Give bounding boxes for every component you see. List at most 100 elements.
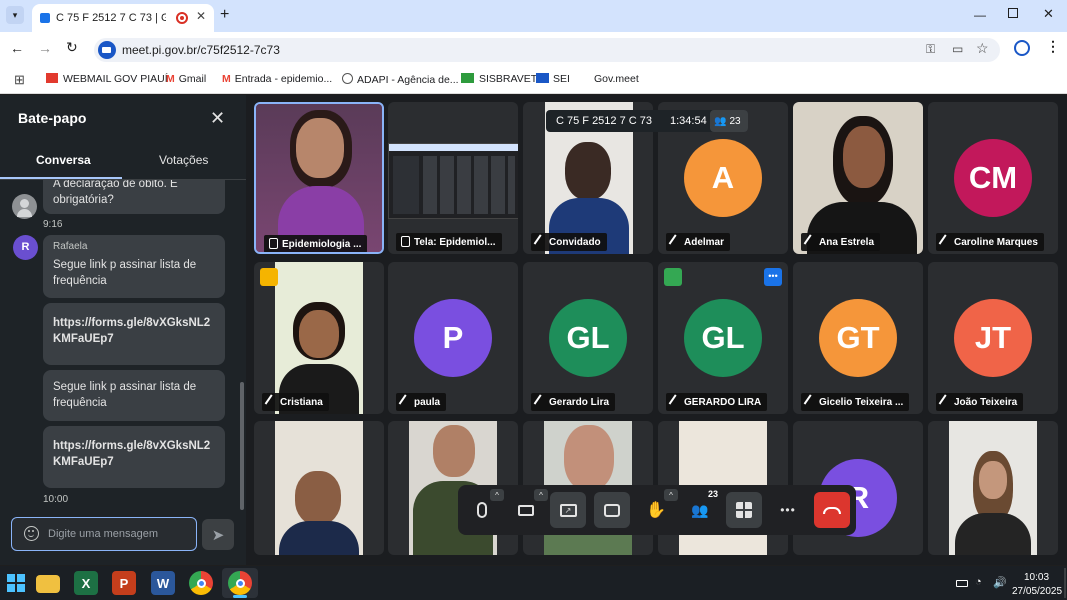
install-app-icon[interactable]: ▭ [952,42,963,56]
bookmark-gmail[interactable]: M Gmail [166,73,206,85]
close-tab-icon[interactable]: ✕ [196,9,206,23]
more-options-button[interactable]: ••• [770,492,806,528]
back-button[interactable]: ← [10,40,24,56]
tab-conversa[interactable]: Conversa [36,153,91,167]
participant-tile-ana-estrela[interactable]: Ana Estrela [793,102,923,254]
participant-tile-gerardo-lira-2[interactable]: GL ••• GERARDO LIRA [658,262,788,414]
participant-tile[interactable] [928,421,1058,555]
mic-off-icon [398,394,413,409]
participant-video [949,421,1037,555]
participant-tile-caroline-marques[interactable]: CM Caroline Marques [928,102,1058,254]
close-window-button[interactable]: ✕ [1043,6,1054,22]
reactions-caret[interactable]: ^ [664,489,678,501]
mic-off-icon [803,394,818,409]
more-options-icon[interactable]: ••• [764,268,782,286]
participant-tile-joao-teixeira[interactable]: JT João Teixeira [928,262,1058,414]
bookmark-govmeet[interactable]: Gov.meet [594,73,639,85]
new-tab-button[interactable]: + [220,6,229,24]
chat-link[interactable]: https://forms.gle/8vXGksNL2KMFaUEp7 [43,426,225,488]
bookmark-sei[interactable]: SEI [536,73,570,85]
audio-level-icon [664,268,682,286]
webmail-icon [46,73,58,83]
participant-avatar: GL [684,299,762,377]
bookmark-sisbravet[interactable]: SISBRAVET [461,73,537,85]
mic-off-icon [803,234,818,249]
bookmark-star-icon[interactable]: ☆ [976,40,989,57]
anonymous-avatar-icon [12,194,37,219]
timestamp: 9:16 [43,219,63,230]
wifi-icon[interactable]: ◔ [975,576,982,588]
timestamp: 10:00 [43,494,69,505]
windows-start-icon[interactable] [4,571,28,595]
chrome-profile-icon[interactable] [228,571,252,595]
battery-icon[interactable] [956,580,968,587]
chat-scrollbar[interactable] [240,382,244,510]
chrome-icon[interactable] [189,571,213,595]
bookmark-entrada[interactable]: M Entrada - epidemio... [222,73,332,85]
meet-favicon-icon [40,13,50,23]
participant-name: Cristiana [262,393,329,411]
browser-menu-icon[interactable]: ⋮ [1046,38,1060,55]
reload-button[interactable]: ↻ [66,39,78,56]
close-chat-icon[interactable]: ✕ [210,108,225,129]
sender-avatar: R [13,235,38,260]
chat-icon [604,503,620,517]
volume-icon[interactable]: 🔊 [993,576,1007,589]
participant-name: GERARDO LIRA [666,393,768,411]
message-input[interactable]: Digite uma mensagem [11,517,197,551]
participant-tile-cristiana[interactable]: Cristiana [254,262,384,414]
meeting-duration: 1:34:54 [670,115,707,127]
show-desktop-button[interactable] [1064,568,1066,598]
participant-tile-epidemiologia[interactable]: Epidemiologia ... [254,102,384,254]
tab-votacoes[interactable]: Votações [159,153,208,167]
participant-avatar: GL [549,299,627,377]
gmail-icon: M [222,73,231,85]
apps-grid-icon[interactable]: ⊞ [14,72,25,88]
camera-icon [518,504,534,516]
people-icon: 👥 [714,115,727,127]
browser-tab-strip: ▾ C 75 F 2512 7 C 73 | Gov.meet ✕ + — ✕ [0,0,1067,32]
mic-off-icon [668,394,683,409]
microphone-icon [477,502,487,518]
restore-button[interactable] [1008,8,1018,18]
bookmark-webmail[interactable]: WEBMAIL GOV PIAUÍ [46,73,168,85]
clock-date[interactable]: 27/05/2025 [1012,586,1062,597]
participant-name: Gerardo Lira [531,393,616,411]
file-explorer-icon[interactable] [36,575,60,593]
participant-tile-screen-share[interactable]: Tela: Epidemiol... [388,102,518,254]
site-info-icon[interactable] [98,41,116,59]
tab-search-button[interactable]: ▾ [6,6,24,24]
participant-video [275,262,363,414]
camera-options-caret[interactable]: ^ [534,489,548,501]
chat-link[interactable]: https://forms.gle/8vXGksNL2KMFaUEp7 [43,303,225,365]
participant-tile-paula[interactable]: P paula [388,262,518,414]
hand-icon: ✋ [646,502,666,519]
sisbravet-icon [461,73,474,83]
layout-button[interactable] [726,492,762,528]
participant-tile[interactable] [254,421,384,555]
participant-name: Gicelio Teixeira ... [801,393,910,411]
leave-call-button[interactable] [814,492,850,528]
send-button[interactable]: ➤ [202,519,234,550]
browser-tab[interactable]: C 75 F 2512 7 C 73 | Gov.meet ✕ [32,4,214,32]
powerpoint-icon[interactable]: P [112,571,136,595]
address-bar[interactable]: meet.pi.gov.br/c75f2512-7c73 ⚿ ▭ ☆ [94,38,1000,62]
word-icon[interactable]: W [151,571,175,595]
profile-avatar-icon[interactable] [1014,40,1030,56]
password-key-icon[interactable]: ⚿ [926,42,935,57]
clock-time[interactable]: 10:03 [1024,572,1049,583]
participant-name: Epidemiologia ... [264,235,368,252]
forward-button[interactable]: → [38,40,52,56]
chat-message-group: Rafaela Segue link p assinar lista de fr… [43,235,225,298]
present-screen-button[interactable]: ↗ [550,492,586,528]
microphone-options-caret[interactable]: ^ [490,489,504,501]
participant-tile-gicelio-teixeira[interactable]: GT Gicelio Teixeira ... [793,262,923,414]
participant-tile-gerardo-lira[interactable]: GL Gerardo Lira [523,262,653,414]
minimize-button[interactable]: — [974,8,986,22]
emoji-icon[interactable] [24,526,39,541]
chat-button[interactable] [594,492,630,528]
url-text: meet.pi.gov.br/c75f2512-7c73 [122,43,280,57]
bookmark-adapi[interactable]: ADAPI - Agência de... [342,73,459,86]
excel-icon[interactable]: X [74,571,98,595]
participant-count-chip[interactable]: 👥 23 [710,110,748,132]
